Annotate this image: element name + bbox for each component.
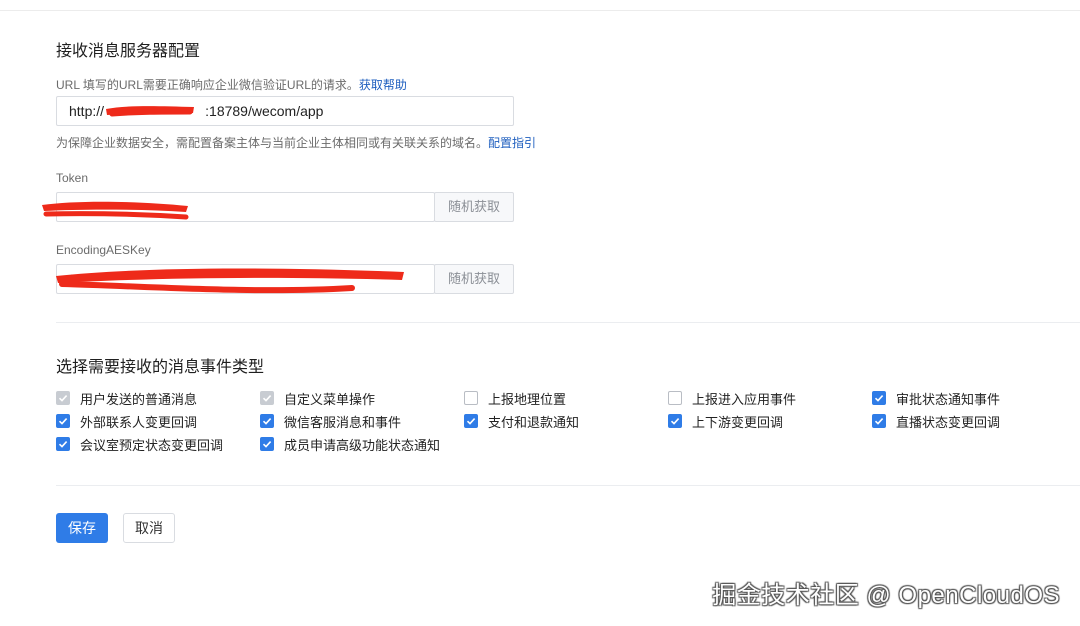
section-divider [56, 322, 1080, 323]
cancel-button[interactable]: 取消 [123, 513, 175, 543]
aeskey-redaction-mark [56, 268, 404, 294]
event-item-label: 用户发送的普通消息 [80, 391, 198, 407]
event-item-label: 上报进入应用事件 [692, 391, 797, 407]
event-item-upstream-downstream[interactable]: 上下游变更回调 [668, 412, 783, 430]
domain-hint: 为保障企业数据安全，需配置备案主体与当前企业主体相同或有关联关系的域名。配置指引 [56, 134, 536, 151]
event-item-live-status[interactable]: 直播状态变更回调 [872, 412, 1000, 430]
event-item-label: 微信客服消息和事件 [284, 414, 402, 430]
receive-config-title: 接收消息服务器配置 [56, 43, 201, 60]
event-item-member-advanced[interactable]: 成员申请高级功能状态通知 [260, 435, 440, 453]
event-item-label: 直播状态变更回调 [896, 414, 1001, 430]
event-item-label: 上下游变更回调 [692, 414, 784, 430]
event-item-label: 自定义菜单操作 [284, 391, 376, 407]
top-divider [0, 10, 1080, 11]
event-item-wechat-kf[interactable]: 微信客服消息和事件 [260, 412, 401, 430]
event-item-external-contact[interactable]: 外部联系人变更回调 [56, 412, 197, 430]
event-types-title: 选择需要接收的消息事件类型 [56, 359, 265, 376]
checkbox-icon-checked [872, 414, 886, 428]
checkbox-icon-checked-disabled [260, 391, 274, 405]
actions-divider [56, 485, 1080, 486]
checkbox-icon-checked-disabled [56, 391, 70, 405]
event-item-label: 审批状态通知事件 [896, 391, 1001, 407]
event-item-payment-refund[interactable]: 支付和退款通知 [464, 412, 579, 430]
checkbox-icon-checked [260, 437, 274, 451]
watermark-text: 掘金技术社区 @ OpenCloudOS [712, 582, 1060, 609]
event-item-meeting-room[interactable]: 会议室预定状态变更回调 [56, 435, 223, 453]
checkbox-icon-checked [872, 391, 886, 405]
event-item-report-location[interactable]: 上报地理位置 [464, 389, 566, 407]
url-help-link[interactable]: 获取帮助 [359, 78, 407, 92]
url-hint: URL 填写的URL需要正确响应企业微信验证URL的请求。获取帮助 [56, 76, 407, 93]
token-redaction-mark [42, 201, 189, 220]
url-hint-text: URL 填写的URL需要正确响应企业微信验证URL的请求。 [56, 78, 359, 92]
checkbox-icon-checked [56, 437, 70, 451]
checkbox-icon-checked [668, 414, 682, 428]
aeskey-label: EncodingAESKey [56, 243, 151, 257]
event-item-label: 会议室预定状态变更回调 [80, 437, 224, 453]
save-button[interactable]: 保存 [56, 513, 108, 543]
event-item-user-message[interactable]: 用户发送的普通消息 [56, 389, 197, 407]
domain-guide-link[interactable]: 配置指引 [488, 136, 536, 150]
event-item-label: 上报地理位置 [488, 391, 567, 407]
token-random-button[interactable]: 随机获取 [434, 192, 514, 222]
checkbox-icon-checked [464, 414, 478, 428]
event-item-custom-menu[interactable]: 自定义菜单操作 [260, 389, 375, 407]
checkbox-icon-unchecked [668, 391, 682, 405]
event-item-label: 成员申请高级功能状态通知 [284, 437, 441, 453]
token-label: Token [56, 171, 89, 185]
event-item-label: 外部联系人变更回调 [80, 414, 198, 430]
checkbox-icon-checked [260, 414, 274, 428]
domain-hint-text: 为保障企业数据安全，需配置备案主体与当前企业主体相同或有关联关系的域名。 [56, 136, 489, 150]
url-redaction-mark [106, 106, 194, 117]
event-item-label: 支付和退款通知 [488, 414, 580, 430]
checkbox-icon-unchecked [464, 391, 478, 405]
event-item-enter-app[interactable]: 上报进入应用事件 [668, 389, 796, 407]
event-item-approval-status[interactable]: 审批状态通知事件 [872, 389, 1000, 407]
aeskey-random-button[interactable]: 随机获取 [434, 264, 514, 294]
checkbox-icon-checked [56, 414, 70, 428]
